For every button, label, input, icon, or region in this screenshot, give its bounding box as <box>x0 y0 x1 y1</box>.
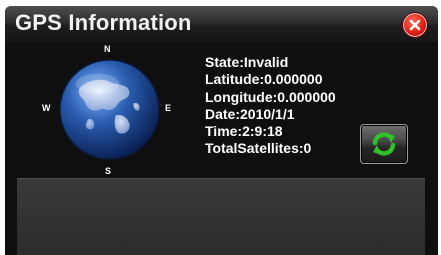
gps-state: State:Invalid <box>205 54 289 70</box>
compass: N S E W <box>41 44 176 181</box>
compass-north-label: N <box>104 44 111 54</box>
refresh-icon <box>372 132 396 156</box>
refresh-button[interactable] <box>360 124 408 164</box>
satellite-panel <box>17 178 425 255</box>
gps-longitude: Longitude:0.000000 <box>205 88 336 105</box>
gps-info-window: GPS Information N S E W State:Invalid La… <box>5 6 438 255</box>
close-button[interactable] <box>402 12 428 38</box>
gps-info-panel: State:Invalid Latitude:0.000000 Longitud… <box>205 54 336 158</box>
title-bar: GPS Information <box>5 6 438 42</box>
gps-total-satellites: TotalSatellites:0 <box>205 140 312 157</box>
close-icon <box>409 19 421 31</box>
compass-south-label: S <box>105 166 112 176</box>
compass-east-label: E <box>165 103 172 113</box>
window-title: GPS Information <box>15 10 192 35</box>
gps-time: Time:2:9:18 <box>205 123 283 140</box>
compass-west-label: W <box>42 103 51 113</box>
globe-icon <box>59 59 160 160</box>
gps-latitude: Latitude:0.000000 <box>205 71 323 88</box>
gps-date: Date:2010/1/1 <box>205 105 295 122</box>
